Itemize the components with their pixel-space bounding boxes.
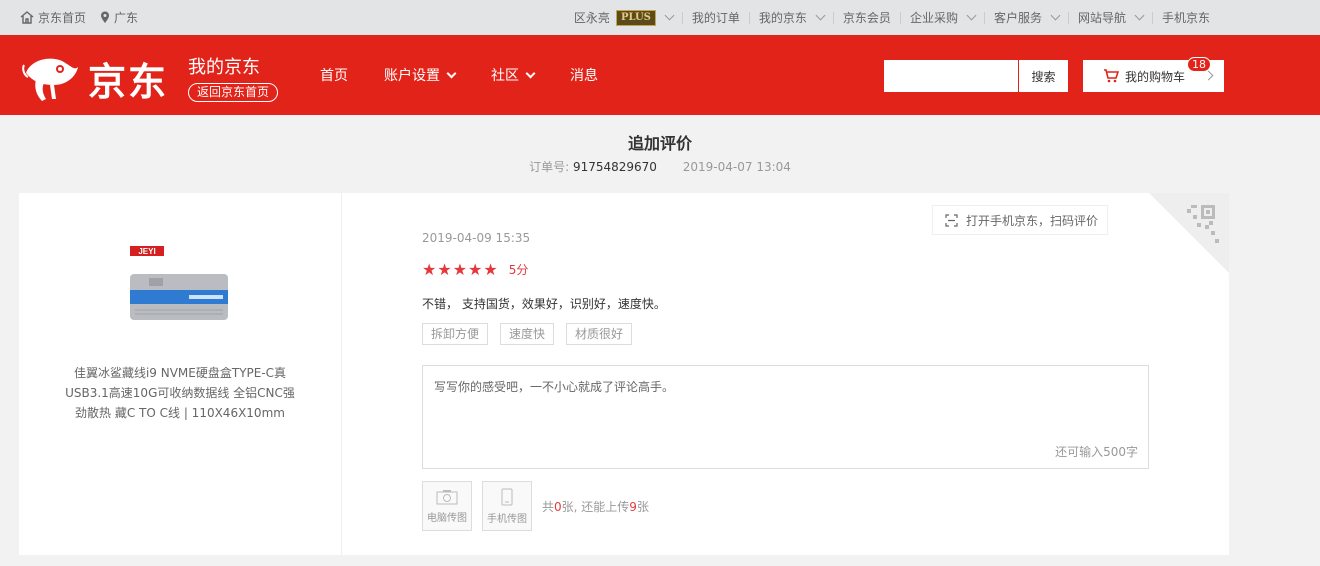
upload-info-suffix: 张 <box>636 499 649 514</box>
chevron-right-icon <box>1203 70 1214 81</box>
link-site-nav[interactable]: 网站导航 <box>1069 9 1152 26</box>
star-icon: ★ <box>468 259 483 279</box>
jd-logo[interactable]: 京东 <box>22 51 168 106</box>
review-text: 不错， 支持国货，效果好，识别好，速度快。 <box>422 297 666 311</box>
upload-info: 共0张, 还能上传9张 <box>542 498 649 515</box>
star-icon: ★ <box>483 259 498 279</box>
link-label: 网站导航 <box>1077 11 1126 25</box>
qr-tip-label: 打开手机京东，扫码评价 <box>966 213 1099 228</box>
location-selector[interactable]: 广东 <box>100 9 138 26</box>
chevron-down-icon <box>446 68 457 78</box>
chevron-down-icon <box>664 10 675 21</box>
home-link-label: 京东首页 <box>38 11 87 25</box>
nav-item-community[interactable]: 社区 <box>491 65 536 85</box>
link-customer-service[interactable]: 客户服务 <box>985 9 1068 26</box>
order-date: 2019-04-07 13:04 <box>682 160 791 174</box>
cart-label: 我的购物车 <box>1125 69 1186 84</box>
image-upload: 电脑传图 手机传图 共0张, 还能上传9张 <box>422 481 649 531</box>
nav-item-account-settings[interactable]: 账户设置 <box>384 65 457 85</box>
logo-text: 京东 <box>88 60 169 104</box>
star-rating: ★ ★ ★ ★ ★ 5分 <box>422 261 528 278</box>
qr-code-corner[interactable] <box>1149 193 1229 273</box>
qr-scan-tip[interactable]: 打开手机京东，扫码评价 <box>932 205 1108 235</box>
review-tags: 拆卸方便 速度快 材质很好 <box>422 323 633 345</box>
nav-label: 首页 <box>320 68 348 84</box>
link-label: 手机京东 <box>1161 11 1210 25</box>
shopping-cart-icon <box>1104 69 1119 83</box>
product-panel: JEYI 佳翼冰鲨藏线i9 NVME硬盘盒TYPE-C真USB3.1高速10G可… <box>19 193 342 555</box>
nav-label: 账户设置 <box>384 68 440 84</box>
order-label: 订单号: <box>529 160 570 174</box>
home-link[interactable]: 京东首页 <box>20 9 86 26</box>
link-my-jd[interactable]: 我的京东 <box>750 9 833 26</box>
nav-item-home[interactable]: 首页 <box>320 65 348 85</box>
review-tag: 拆卸方便 <box>422 323 489 345</box>
plus-badge: PLUS <box>615 9 656 26</box>
order-info: 订单号: 91754829670 2019-04-07 13:04 <box>0 158 1320 175</box>
link-mobile-jd[interactable]: 手机京东 <box>1153 9 1219 26</box>
chevron-down-icon <box>815 10 826 21</box>
star-icon: ★ <box>437 259 452 279</box>
link-label: 企业采购 <box>909 11 958 25</box>
upload-info-prefix: 共 <box>542 499 555 514</box>
nav-item-messages[interactable]: 消息 <box>570 65 598 85</box>
link-label: 京东会员 <box>842 11 891 25</box>
upload-pc-label: 电脑传图 <box>427 512 467 524</box>
link-my-orders[interactable]: 我的订单 <box>683 9 749 26</box>
search-input[interactable] <box>884 60 1018 92</box>
upload-mobile-label: 手机传图 <box>487 513 527 525</box>
product-brand-logo: JEYI <box>138 247 155 256</box>
char-remaining: 还可输入500字 <box>1055 445 1138 459</box>
user-menu[interactable]: 区永亮 PLUS <box>565 9 682 26</box>
review-textarea[interactable]: 写写你的感受吧，一不小心就成了评论高手。 还可输入500字 <box>422 365 1149 469</box>
link-enterprise[interactable]: 企业采购 <box>901 9 984 26</box>
search-button[interactable]: 搜索 <box>1018 60 1068 92</box>
jd-dog-mascot-icon <box>22 58 78 101</box>
chevron-down-icon <box>1050 10 1061 21</box>
review-tag: 材质很好 <box>566 323 633 345</box>
star-icon: ★ <box>422 259 437 279</box>
upload-count: 0 <box>554 499 562 514</box>
page-title: 追加评价 <box>627 134 692 153</box>
textarea-placeholder: 写写你的感受吧，一不小心就成了评论高手。 <box>434 380 675 394</box>
upload-info-mid: 张, 还能上传 <box>561 499 630 514</box>
cart-button[interactable]: 我的购物车 18 <box>1083 57 1224 92</box>
nav-label: 消息 <box>570 68 598 84</box>
link-label: 我的京东 <box>758 11 807 25</box>
my-jd-section: 我的京东 返回京东首页 <box>188 53 279 102</box>
review-card: JEYI 佳翼冰鲨藏线i9 NVME硬盘盒TYPE-C真USB3.1高速10G可… <box>19 193 1229 555</box>
upload-from-pc-button[interactable]: 电脑传图 <box>422 481 472 531</box>
main-nav: 首页 账户设置 社区 消息 <box>320 35 634 115</box>
phone-icon <box>501 488 513 505</box>
chevron-down-icon <box>966 10 977 21</box>
username: 区永亮 <box>573 11 610 25</box>
chevron-down-icon <box>525 68 536 78</box>
review-date: 2019-04-09 15:35 <box>422 231 531 245</box>
link-label: 客户服务 <box>993 11 1042 25</box>
location-pin-icon <box>101 11 110 23</box>
location-label: 广东 <box>114 11 139 25</box>
chevron-down-icon <box>1134 10 1145 21</box>
review-tag: 速度快 <box>500 323 555 345</box>
scan-icon <box>945 213 958 227</box>
top-bar: 京东首页 广东 区永亮 PLUS 我的订单 我的京东 京东会员 企业采购 客户服… <box>0 0 1320 35</box>
back-home-button[interactable]: 返回京东首页 <box>188 83 279 102</box>
link-jd-member[interactable]: 京东会员 <box>834 9 900 26</box>
upload-from-mobile-button[interactable]: 手机传图 <box>482 481 532 531</box>
section-title: 我的京东 <box>188 57 260 78</box>
star-icon: ★ <box>452 259 468 279</box>
link-label: 我的订单 <box>691 11 740 25</box>
product-name[interactable]: 佳翼冰鲨藏线i9 NVME硬盘盒TYPE-C真USB3.1高速10G可收纳数据线… <box>63 363 297 423</box>
order-number: 91754829670 <box>572 160 657 174</box>
main-header: 京东 我的京东 返回京东首页 首页 账户设置 社区 消息 搜索 我的购物车 18 <box>0 35 1320 115</box>
search-box: 搜索 <box>884 60 1068 92</box>
camera-icon <box>436 489 458 504</box>
upload-left: 9 <box>629 499 637 514</box>
rating-score: 5分 <box>508 263 529 277</box>
product-image[interactable]: JEYI <box>129 246 229 326</box>
nav-label: 社区 <box>491 68 519 84</box>
home-icon <box>20 11 34 24</box>
